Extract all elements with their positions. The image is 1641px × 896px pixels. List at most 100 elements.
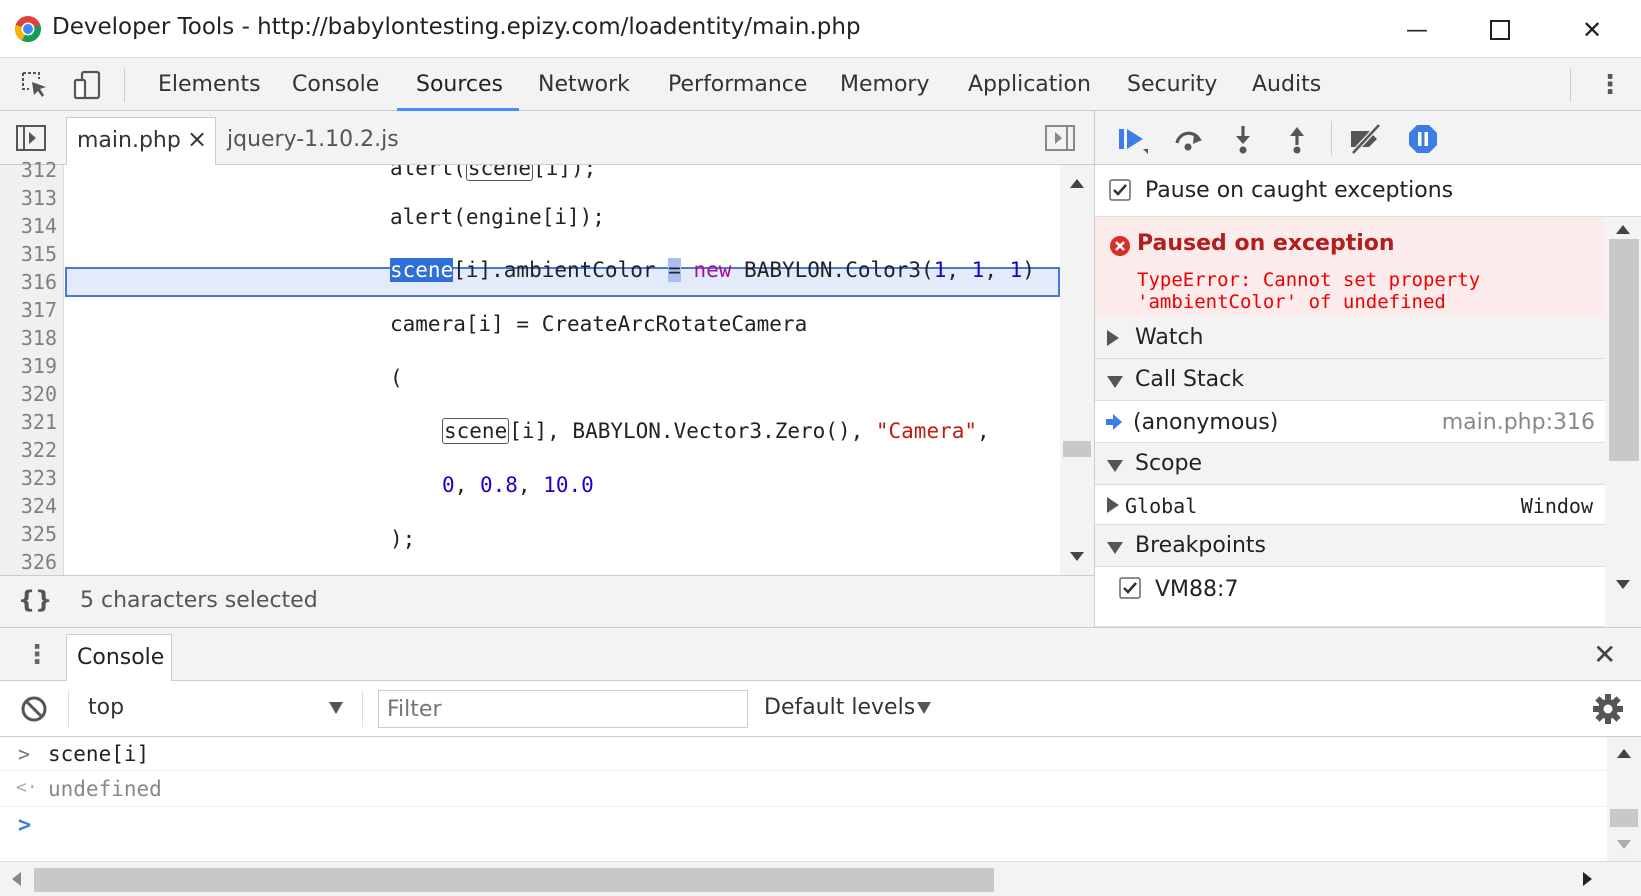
line-number[interactable]: 315 [21,242,57,266]
scroll-right-icon[interactable] [1582,871,1594,887]
scroll-up-icon[interactable] [1615,223,1631,235]
line-number[interactable]: 319 [21,354,57,378]
device-toolbar-button[interactable] [70,68,104,102]
checkbox-checked-icon[interactable] [1109,179,1131,201]
close-tab-icon[interactable]: × [187,125,207,153]
console-prompt-row[interactable]: > [0,807,1607,847]
checkbox-checked-icon[interactable] [1119,577,1141,599]
line-number[interactable]: 318 [21,326,57,350]
line-number[interactable]: 325 [21,522,57,546]
scroll-down-icon[interactable] [1616,839,1632,851]
line-number[interactable]: 326 [21,550,57,574]
console-output[interactable]: > scene[i] <· undefined > [0,737,1607,861]
pretty-print-button[interactable]: {} [18,586,52,614]
console-scrollbar[interactable] [1607,737,1641,861]
step-out-icon[interactable] [1281,123,1313,155]
tab-console[interactable]: Console [292,72,379,97]
line-number[interactable]: 321 [21,410,57,434]
tab-performance[interactable]: Performance [668,72,807,97]
tab-application[interactable]: Application [968,72,1091,97]
step-into-icon[interactable] [1227,123,1259,155]
breakpoint-row[interactable]: VM88:7 [1095,567,1605,627]
file-tab-label: main.php [77,128,181,153]
line-number[interactable]: 317 [21,298,57,322]
console-entry: > scene[i] [0,737,1607,771]
step-over-icon[interactable] [1173,123,1205,155]
code-editor[interactable]: alert(scene[i]); alert(engine[i]); scene… [65,165,1060,575]
scroll-up-icon[interactable] [1069,177,1085,189]
tab-security[interactable]: Security [1127,72,1217,97]
deactivate-breakpoints-icon[interactable] [1347,123,1385,155]
tab-memory[interactable]: Memory [840,72,929,97]
code-line-320: ( [390,366,403,390]
line-number[interactable]: 320 [21,382,57,406]
editor-scroll-thumb[interactable] [1063,441,1091,457]
inspect-cursor-icon [22,72,46,97]
close-window-button[interactable]: ✕ [1567,10,1617,50]
breakpoints-section-header[interactable]: Breakpoints [1095,525,1605,567]
sidebar-scroll-thumb[interactable] [1609,239,1639,461]
code-line-312: alert(scene[i]); [390,165,596,181]
minimize-button[interactable]: — [1392,10,1442,50]
editor-tabbar: main.php × jquery-1.10.2.js [0,111,1094,165]
watch-section-header[interactable]: Watch [1095,317,1605,359]
call-stack-section-header[interactable]: Call Stack [1095,359,1605,401]
sidebar-scrollbar[interactable] [1605,217,1641,627]
scroll-up-icon[interactable] [1616,747,1632,759]
toolbar-divider [1570,68,1571,102]
error-icon [1110,236,1130,256]
line-number[interactable]: 314 [21,214,57,238]
close-drawer-button[interactable]: ✕ [1593,638,1616,671]
tab-audits[interactable]: Audits [1252,72,1321,97]
file-tab-jquery[interactable]: jquery-1.10.2.js [227,127,399,152]
clear-console-icon[interactable] [20,695,48,723]
drawer-tab-console[interactable]: Console [66,634,172,682]
tab-elements[interactable]: Elements [158,72,261,97]
context-selector[interactable]: top [86,695,346,725]
inspect-element-button[interactable] [18,68,52,102]
scroll-down-icon[interactable] [1069,551,1085,563]
scope-global-row[interactable]: Global Window [1095,485,1605,525]
tab-sources[interactable]: Sources [416,72,503,97]
resume-icon[interactable] [1117,123,1149,155]
more-options-button[interactable]: ⋮ [1593,68,1627,102]
code-token: , [977,419,990,443]
toggle-navigator-button[interactable] [15,123,47,159]
code-number: 0.8 [479,473,518,497]
file-tab-main-php[interactable]: main.php × [66,117,216,165]
console-filter-input[interactable] [378,690,748,728]
scroll-left-icon[interactable] [10,871,22,887]
selection-status: 5 characters selected [80,588,318,613]
chrome-logo-icon [15,16,41,42]
drawer-menu-button[interactable]: ⋮ [24,640,50,670]
debugger-toolbar [1095,111,1641,165]
scope-section-header[interactable]: Scope [1095,443,1605,485]
line-number[interactable]: 316 [21,270,57,294]
pause-caught-exceptions-row[interactable]: Pause on caught exceptions [1095,165,1641,217]
code-number: 1 [1009,258,1023,282]
line-number[interactable]: 322 [21,438,57,462]
devtools-toolbar: Elements Console Sources Network Perform… [0,58,1641,111]
pause-caught-label: Pause on caught exceptions [1145,178,1454,203]
gear-icon[interactable] [1592,693,1624,725]
line-number[interactable]: 323 [21,466,57,490]
line-number[interactable]: 313 [21,186,57,210]
code-token: BABYLON.Color3( [731,258,934,282]
console-scroll-thumb[interactable] [1610,809,1638,827]
scroll-down-icon[interactable] [1615,579,1631,591]
code-number: 1 [971,258,985,282]
line-number[interactable]: 324 [21,494,57,518]
line-number[interactable]: 312 [21,158,57,182]
collapsed-triangle-icon [1107,330,1119,346]
tab-network[interactable]: Network [538,72,630,97]
call-frame-row[interactable]: (anonymous) main.php:316 [1095,401,1605,443]
editor-scrollbar[interactable] [1060,165,1094,575]
maximize-button[interactable] [1475,10,1525,50]
pause-on-exceptions-icon[interactable] [1407,123,1439,155]
horizontal-scroll-thumb[interactable] [34,868,994,892]
call-frame-location[interactable]: main.php:316 [1442,410,1595,435]
toggle-debugger-button[interactable] [1044,123,1076,159]
console-toolbar: top Default levels [0,681,1641,737]
log-levels-dropdown[interactable]: Default levels [764,695,944,725]
horizontal-scrollbar[interactable] [0,861,1641,896]
